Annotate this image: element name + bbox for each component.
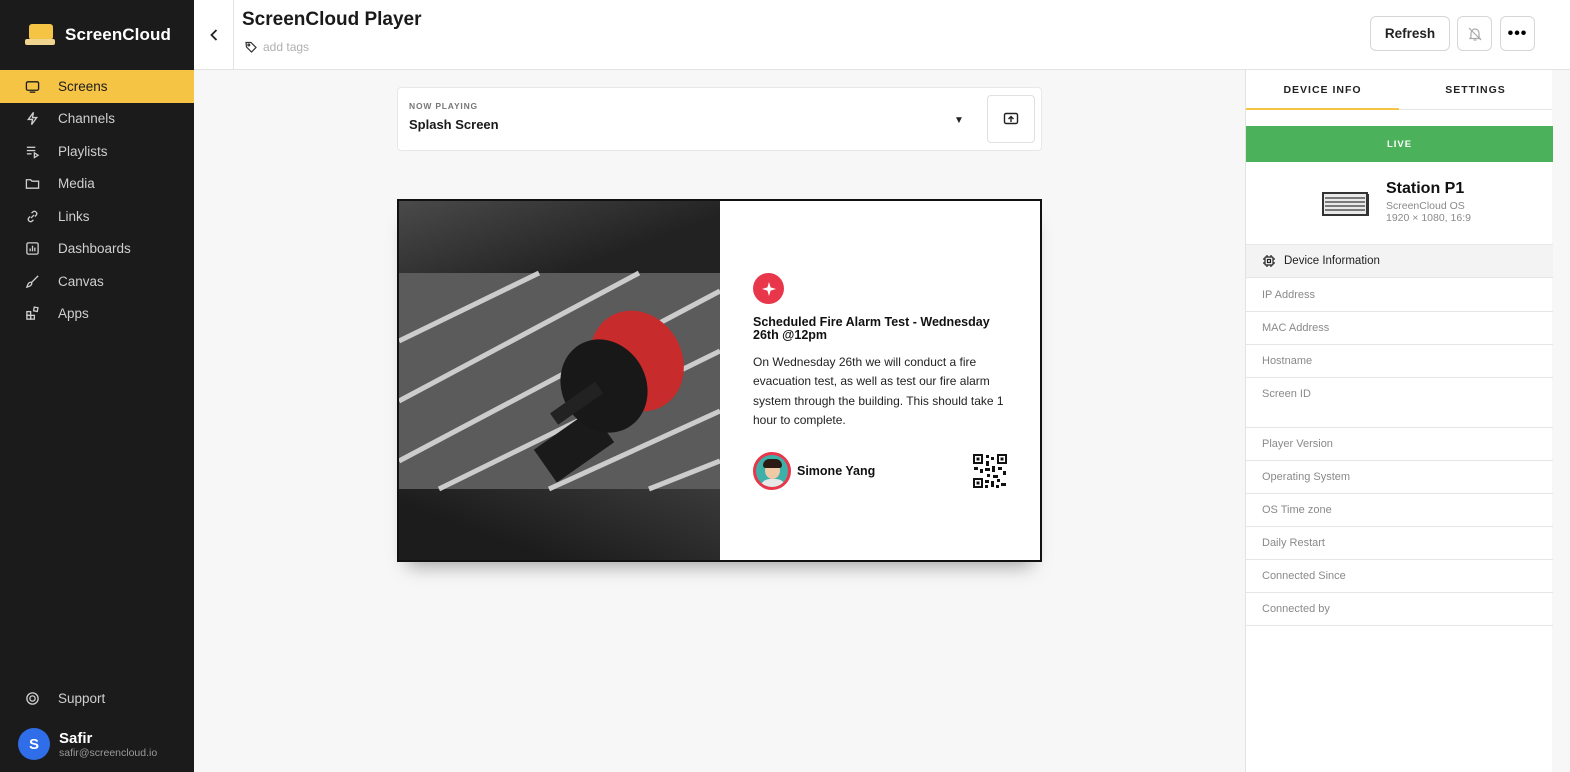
playlist-icon (24, 143, 40, 159)
tag-icon (245, 41, 257, 53)
dashboard-icon (24, 241, 40, 257)
user-email: safir@screencloud.io (59, 746, 158, 759)
sidebar-item-dashboards[interactable]: Dashboards (0, 233, 194, 266)
support-label: Support (58, 690, 106, 706)
mute-notifications-button[interactable] (1457, 16, 1492, 51)
info-row-player-version: Player Version (1246, 428, 1553, 461)
panel-tabs: DEVICE INFO SETTINGS (1246, 70, 1552, 110)
bolt-icon (24, 111, 40, 127)
cast-icon (1003, 112, 1019, 125)
sidebar-item-label: Links (58, 208, 90, 224)
info-row-operating-system: Operating System (1246, 461, 1553, 494)
sidebar-item-canvas[interactable]: Canvas (0, 265, 194, 298)
info-row-mac-address: MAC Address (1246, 312, 1553, 345)
active-tab-indicator (1246, 108, 1399, 110)
notice-title: Scheduled Fire Alarm Test - Wednesday 26… (753, 315, 990, 342)
sidebar-item-media[interactable]: Media (0, 168, 194, 201)
user-profile[interactable]: S Safir safir@screencloud.io (18, 728, 157, 760)
info-row-connected-by: Connected by (1246, 593, 1553, 626)
refresh-button[interactable]: Refresh (1370, 16, 1450, 51)
info-row-ip-address: IP Address (1246, 278, 1553, 312)
now-playing-value: Splash Screen (409, 117, 499, 132)
sidebar-item-label: Screens (58, 78, 108, 94)
author-name: Simone Yang (797, 464, 876, 478)
sidebar-item-label: Media (58, 176, 95, 192)
device-panel: DEVICE INFO SETTINGS LIVE Station P1 Scr… (1245, 70, 1553, 772)
now-playing-label: NOW PLAYING (409, 101, 478, 111)
header: ScreenCloud Player add tags Refresh ••• (194, 0, 1570, 70)
tv-icon (1322, 192, 1369, 216)
device-information-label: Device Information (1284, 255, 1380, 267)
link-icon (24, 208, 40, 224)
user-name: Safir (59, 729, 93, 747)
sidebar-item-links[interactable]: Links (0, 200, 194, 233)
apps-icon (24, 306, 40, 322)
lifebuoy-icon (24, 690, 40, 706)
device-card: Station P1 ScreenCloud OS 1920 × 1080, 1… (1246, 162, 1553, 244)
device-resolution: 1920 × 1080, 16:9 (1386, 212, 1471, 224)
caret-down-icon[interactable]: ▼ (954, 115, 964, 126)
monitor-icon (24, 78, 40, 94)
now-playing-selector[interactable]: NOW PLAYING Splash Screen ▼ (397, 87, 1042, 151)
notice-body: On Wednesday 26th we will conduct a fire… (753, 355, 1004, 427)
sidebar-item-label: Apps (58, 306, 89, 322)
info-row-hostname: Hostname (1246, 345, 1553, 378)
device-name: Station P1 (1386, 180, 1465, 197)
app: ScreenCloud Screens Channels Playlists M… (0, 0, 1570, 772)
live-status-badge: LIVE (1246, 126, 1553, 162)
sidebar-item-label: Canvas (58, 273, 104, 289)
author-avatar (753, 452, 791, 490)
chevron-left-icon (209, 29, 217, 41)
brush-icon (24, 273, 40, 289)
bell-off-icon (1468, 27, 1481, 41)
device-information-header[interactable]: Device Information (1246, 244, 1553, 278)
qr-code-icon (973, 454, 1007, 488)
sidebar-item-label: Dashboards (58, 241, 131, 257)
info-row-connected-since: Connected Since (1246, 560, 1553, 593)
page-title: ScreenCloud Player (242, 9, 422, 30)
sidebar-item-support[interactable]: Support (0, 686, 194, 710)
tags-placeholder: add tags (263, 40, 310, 54)
sidebar-item-apps[interactable]: Apps (0, 298, 194, 331)
sidebar-item-label: Playlists (58, 143, 108, 159)
screencloud-logo-icon (25, 24, 55, 46)
sidebar-item-screens[interactable]: Screens (0, 70, 194, 103)
sparkle-icon (753, 273, 784, 304)
sidebar-item-label: Channels (58, 111, 116, 127)
back-button[interactable] (194, 0, 234, 70)
preview-photo (399, 201, 720, 560)
info-row-os-time-zone: OS Time zone (1246, 494, 1553, 527)
add-tags-button[interactable]: add tags (245, 40, 309, 54)
sidebar: ScreenCloud Screens Channels Playlists M… (0, 0, 194, 772)
tab-settings[interactable]: SETTINGS (1399, 70, 1552, 109)
brand-name: ScreenCloud (65, 25, 171, 44)
author: Simone Yang (753, 452, 875, 490)
info-row-screen-id: Screen ID (1246, 378, 1553, 428)
tab-device-info[interactable]: DEVICE INFO (1246, 70, 1399, 109)
sidebar-nav: Screens Channels Playlists Media Links D… (0, 70, 194, 330)
device-os: ScreenCloud OS (1386, 200, 1465, 212)
folder-icon (24, 176, 40, 192)
chip-icon (1263, 255, 1275, 267)
info-row-daily-restart: Daily Restart (1246, 527, 1553, 560)
sidebar-item-playlists[interactable]: Playlists (0, 135, 194, 168)
fire-extinguisher-image (399, 270, 720, 492)
brand[interactable]: ScreenCloud (0, 0, 194, 70)
cast-button[interactable] (987, 95, 1035, 143)
screen-preview: Scheduled Fire Alarm Test - Wednesday 26… (397, 199, 1042, 562)
more-options-button[interactable]: ••• (1500, 16, 1535, 51)
avatar: S (18, 728, 50, 760)
notice-card: Scheduled Fire Alarm Test - Wednesday 26… (721, 201, 1040, 560)
sidebar-item-channels[interactable]: Channels (0, 103, 194, 136)
